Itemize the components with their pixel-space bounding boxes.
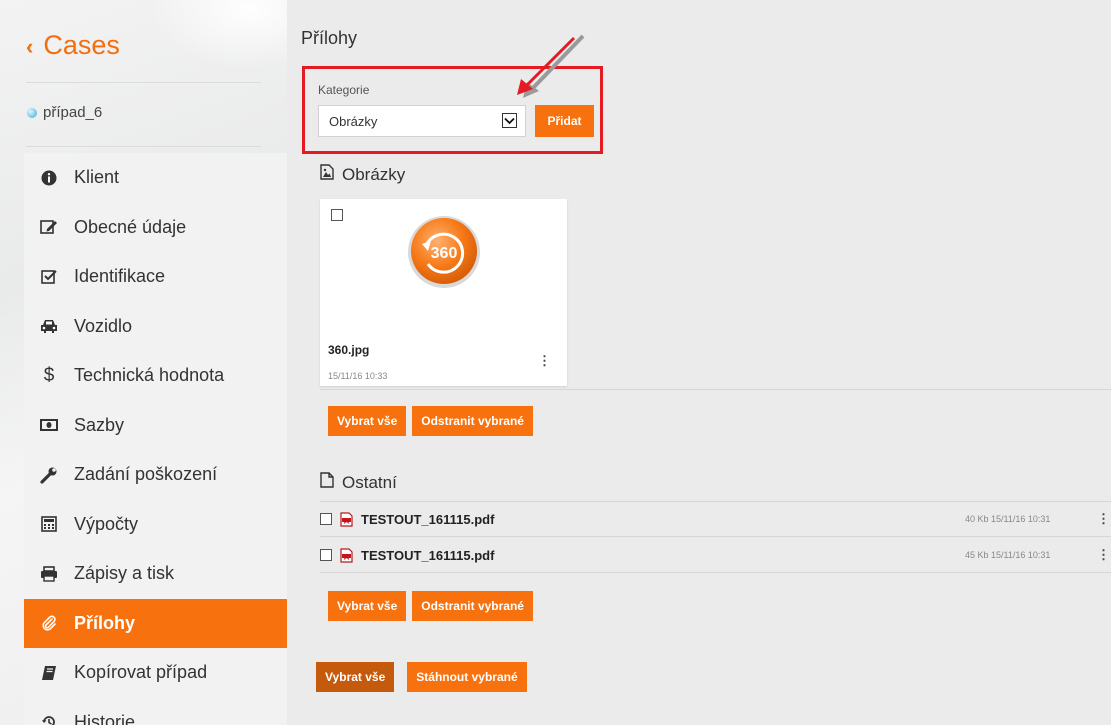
remove-selected-files-button[interactable]: Odstranit vybrané <box>412 591 533 621</box>
file-icon <box>320 472 334 493</box>
sidebar-divider <box>26 82 261 83</box>
case-status-icon <box>27 107 37 118</box>
sidebar-item-label: Identifikace <box>74 266 166 287</box>
other-section-label: Ostatní <box>342 472 397 492</box>
image-card[interactable]: 360 360.jpg ⋮ 15/11/16 10:33 <box>320 199 567 386</box>
current-case: případ_6 <box>27 104 102 121</box>
sidebar-divider <box>26 146 261 147</box>
sidebar-item-identifikace[interactable]: Identifikace <box>24 252 287 302</box>
file-meta: 40 Kb 15/11/16 10:31 <box>965 514 1051 524</box>
other-section-title: Ostatní <box>320 472 397 493</box>
file-select-checkbox[interactable] <box>320 513 332 525</box>
remove-selected-images-button[interactable]: Odstranit vybrané <box>412 406 533 436</box>
sidebar-item-technicka-hodnota[interactable]: $ Technická hodnota <box>24 351 287 401</box>
paperclip-icon <box>36 615 62 631</box>
image-file-icon <box>320 164 334 185</box>
file-name[interactable]: TESTOUT_161115.pdf <box>361 548 965 563</box>
sidebar-item-label: Historie <box>74 711 136 725</box>
section-divider <box>320 389 1111 390</box>
select-all-files-button[interactable]: Vybrat vše <box>328 591 407 621</box>
money-icon <box>36 418 62 432</box>
more-options-icon[interactable]: ⋮ <box>1097 547 1111 563</box>
sidebar-item-label: Zápisy a tisk <box>74 563 175 584</box>
image-thumbnail[interactable]: 360 <box>406 214 482 295</box>
dollar-icon: $ <box>43 364 55 386</box>
image-file-date: 15/11/16 10:33 <box>328 371 388 381</box>
images-actions: Vybrat vše Odstranit vybrané <box>328 406 533 436</box>
sidebar-item-prilohy[interactable]: Přílohy <box>24 598 287 648</box>
add-attachment-button[interactable]: Přidat <box>535 105 594 137</box>
checkbox-icon <box>36 269 62 285</box>
file-select-checkbox[interactable] <box>320 549 332 561</box>
download-selected-button[interactable]: Stáhnout vybrané <box>407 662 527 692</box>
back-to-cases-link[interactable]: ‹ Cases <box>26 30 120 61</box>
chevron-down-icon <box>502 113 517 128</box>
annotation-arrows-icon <box>517 34 585 98</box>
sidebar-item-label: Obecné údaje <box>74 216 187 237</box>
file-meta: 45 Kb 15/11/16 10:31 <box>965 550 1051 560</box>
pdf-file-icon <box>340 511 353 527</box>
sidebar-item-label: Klient <box>74 167 120 188</box>
category-select[interactable]: Obrázky <box>318 105 526 137</box>
thumbnail-label: 360 <box>431 245 458 262</box>
category-select-value: Obrázky <box>329 113 378 129</box>
sidebar-item-zadani-poskozeni[interactable]: Zadání poškození <box>24 450 287 500</box>
image-select-checkbox[interactable] <box>331 209 343 221</box>
sidebar-item-obecne-udaje[interactable]: Obecné údaje <box>24 203 287 253</box>
sidebar-item-label: Zadání poškození <box>74 464 218 485</box>
sidebar-item-label: Přílohy <box>74 612 136 633</box>
category-label: Kategorie <box>318 83 370 97</box>
sidebar-nav: Klient Obecné údaje Identifikace Vozidlo… <box>24 153 287 725</box>
other-actions: Vybrat vše Odstranit vybrané <box>328 591 533 621</box>
sidebar-item-label: Vozidlo <box>74 315 133 336</box>
sidebar-item-historie[interactable]: Historie <box>24 698 287 725</box>
image-file-name: 360.jpg <box>328 343 370 357</box>
wrench-icon <box>36 466 62 484</box>
sidebar-glow <box>150 0 287 70</box>
chevron-left-icon: ‹ <box>26 33 34 59</box>
more-options-icon[interactable]: ⋮ <box>538 353 551 369</box>
file-row[interactable]: TESTOUT_161115.pdf 45 Kb 15/11/16 10:31 … <box>320 538 1111 573</box>
history-icon <box>36 714 62 725</box>
select-all-images-button[interactable]: Vybrat vše <box>328 406 407 436</box>
sidebar: ‹ Cases případ_6 Klient Obecné údaje Ide… <box>0 0 287 725</box>
bottom-actions: Vybrat vše Stáhnout vybrané <box>316 662 527 692</box>
select-all-button[interactable]: Vybrat vše <box>316 662 395 692</box>
car-icon <box>36 318 62 334</box>
edit-icon <box>36 219 62 235</box>
case-name: případ_6 <box>43 104 103 121</box>
sidebar-item-zapisy-a-tisk[interactable]: Zápisy a tisk <box>24 549 287 599</box>
sidebar-item-vypocty[interactable]: Výpočty <box>24 500 287 550</box>
calculator-icon <box>36 516 62 533</box>
sidebar-item-sazby[interactable]: Sazby <box>24 401 287 451</box>
sidebar-item-label: Sazby <box>74 414 125 435</box>
book-icon <box>36 665 62 681</box>
more-options-icon[interactable]: ⋮ <box>1097 511 1111 527</box>
sidebar-item-vozidlo[interactable]: Vozidlo <box>24 302 287 352</box>
file-row[interactable]: TESTOUT_161115.pdf 40 Kb 15/11/16 10:31 … <box>320 502 1111 537</box>
pdf-file-icon <box>340 547 353 563</box>
page-title: Přílohy <box>301 28 358 48</box>
back-link-label: Cases <box>43 30 120 60</box>
images-section-label: Obrázky <box>342 164 406 184</box>
file-name[interactable]: TESTOUT_161115.pdf <box>361 512 965 527</box>
sidebar-item-label: Technická hodnota <box>74 365 225 386</box>
sidebar-item-label: Kopírovat případ <box>74 662 208 683</box>
images-section-title: Obrázky <box>320 164 405 185</box>
sidebar-item-klient[interactable]: Klient <box>24 153 287 203</box>
print-icon <box>36 565 62 582</box>
main-content: Přílohy Kategorie Obrázky Přidat Obrázky <box>287 0 1111 725</box>
info-icon <box>36 170 62 186</box>
sidebar-item-kopirovat-pripad[interactable]: Kopírovat případ <box>24 648 287 698</box>
sidebar-item-label: Výpočty <box>74 513 139 534</box>
